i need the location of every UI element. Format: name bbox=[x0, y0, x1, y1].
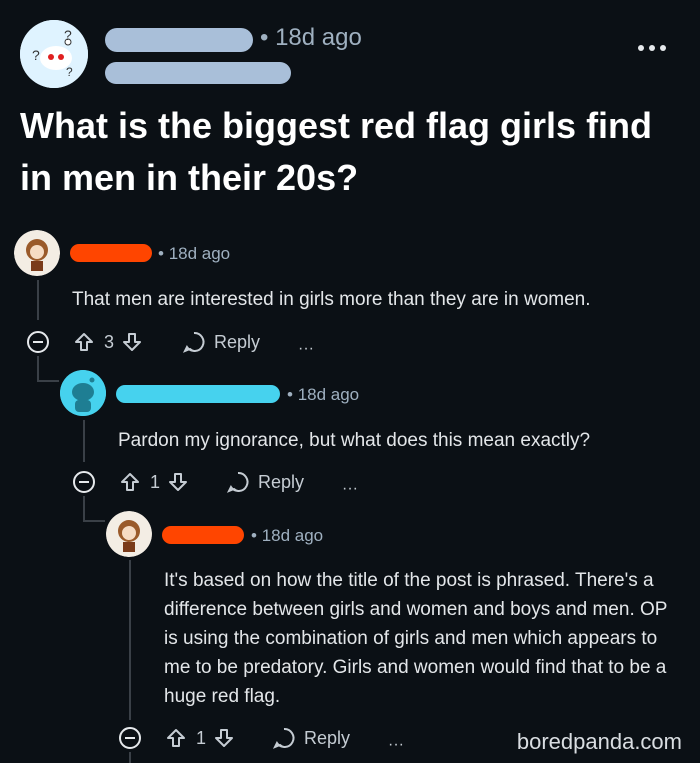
comment-3-more-icon[interactable]: ··· bbox=[388, 736, 404, 754]
thread-line bbox=[37, 356, 39, 382]
comment-1-text: That men are interested in girls more th… bbox=[72, 289, 591, 310]
thread-branch bbox=[83, 520, 105, 522]
reply-label: Reply bbox=[304, 727, 351, 748]
thread-line bbox=[129, 560, 131, 720]
op-timestamp: • 18d ago bbox=[260, 24, 362, 51]
comment-1-timestamp: • 18d ago bbox=[158, 244, 231, 263]
comment-3-username[interactable] bbox=[162, 526, 244, 544]
thread-line bbox=[129, 752, 131, 763]
reply-label: Reply bbox=[214, 331, 261, 352]
reply-bubble-icon bbox=[226, 470, 250, 494]
op-avatar[interactable]: ? ? ? bbox=[20, 20, 88, 88]
comment-2-text: Pardon my ignorance, but what does this … bbox=[118, 430, 591, 451]
comment-2-username[interactable] bbox=[116, 385, 280, 403]
reply-label: Reply bbox=[258, 471, 305, 492]
comment-2-reply-button[interactable]: Reply bbox=[226, 470, 304, 494]
comment-1-reply-button[interactable]: Reply bbox=[182, 330, 260, 354]
comment-3-time-text: 18d ago bbox=[261, 526, 324, 545]
comment-3-collapse-icon[interactable] bbox=[118, 726, 142, 755]
reply-bubble-icon bbox=[182, 330, 206, 354]
watermark: boredpanda.com bbox=[516, 729, 682, 754]
comment-1-time-text: 18d ago bbox=[168, 244, 231, 263]
downvote-icon[interactable] bbox=[212, 726, 236, 750]
downvote-icon[interactable] bbox=[166, 470, 190, 494]
svg-text:?: ? bbox=[66, 65, 73, 79]
post-title: What is the biggest red flag girls find … bbox=[20, 105, 653, 198]
comment-2-time-text: 18d ago bbox=[297, 385, 360, 404]
comment-1-username[interactable] bbox=[70, 244, 152, 262]
upvote-icon[interactable] bbox=[118, 470, 142, 494]
comment-2-timestamp: • 18d ago bbox=[287, 385, 360, 404]
girl-avatar-icon bbox=[106, 511, 152, 557]
more-options-icon[interactable] bbox=[638, 38, 678, 52]
snoo-avatar-icon bbox=[60, 370, 106, 416]
comment-2-vote-count: 1 bbox=[150, 471, 161, 492]
comment-1-avatar[interactable] bbox=[14, 230, 60, 276]
downvote-icon[interactable] bbox=[120, 330, 144, 354]
op-username[interactable] bbox=[105, 28, 253, 52]
op-time-text: 18d ago bbox=[275, 24, 362, 51]
thread-line bbox=[83, 420, 85, 462]
comment-2-avatar[interactable] bbox=[60, 370, 106, 416]
reply-bubble-icon bbox=[272, 726, 296, 750]
comment-3-reply-button[interactable]: Reply bbox=[272, 726, 350, 750]
svg-text:?: ? bbox=[64, 27, 72, 43]
thread-line bbox=[37, 280, 39, 320]
svg-text:?: ? bbox=[32, 47, 40, 63]
comment-2-more-icon[interactable]: ··· bbox=[342, 480, 358, 498]
upvote-icon[interactable] bbox=[72, 330, 96, 354]
comment-3-text: It's based on how the title of the post … bbox=[164, 570, 668, 707]
snoo-confused-icon: ? ? ? bbox=[20, 20, 88, 88]
comment-3-actions: 1 bbox=[164, 726, 236, 750]
comment-1-collapse-icon[interactable] bbox=[26, 330, 50, 359]
comment-2-actions: 1 bbox=[118, 470, 190, 494]
girl-avatar-icon bbox=[14, 230, 60, 276]
comment-3-avatar[interactable] bbox=[106, 511, 152, 557]
subreddit-name[interactable] bbox=[105, 62, 291, 84]
comment-2-collapse-icon[interactable] bbox=[72, 470, 96, 499]
comment-1-vote-count: 3 bbox=[104, 331, 115, 352]
thread-branch bbox=[37, 380, 59, 382]
comment-1-more-icon[interactable]: ··· bbox=[298, 340, 314, 358]
thread-line bbox=[83, 496, 85, 522]
upvote-icon[interactable] bbox=[164, 726, 188, 750]
comment-3-timestamp: • 18d ago bbox=[251, 526, 324, 545]
comment-3-vote-count: 1 bbox=[196, 727, 207, 748]
comment-1-actions: 3 bbox=[72, 330, 144, 354]
